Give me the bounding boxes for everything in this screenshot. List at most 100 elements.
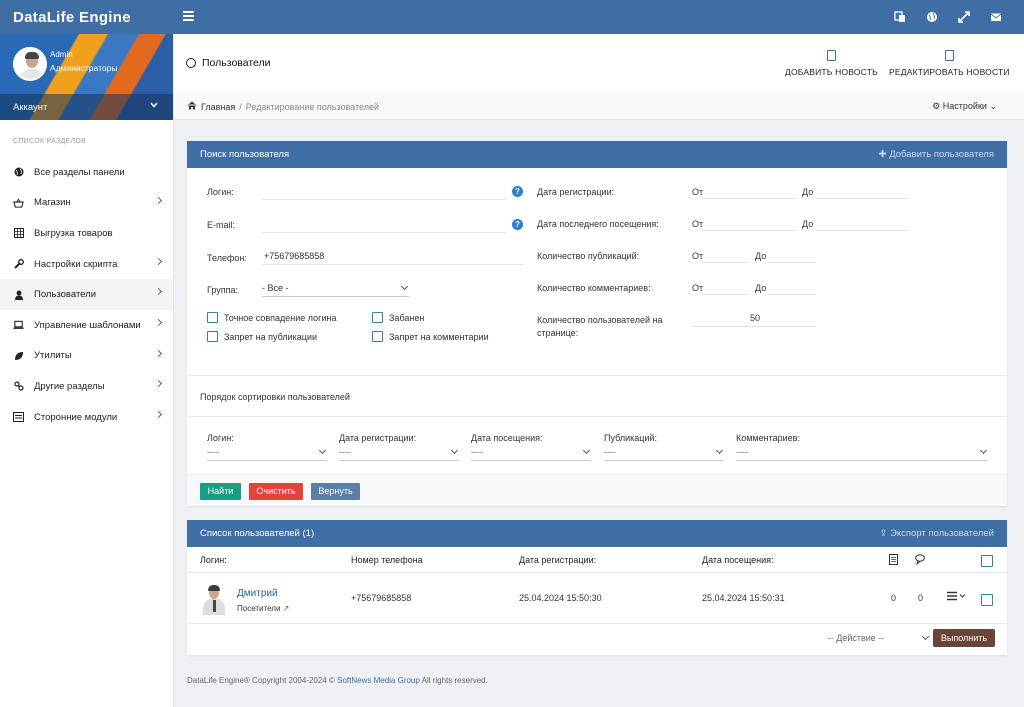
- sort-title: Порядок сортировки пользователей: [200, 392, 350, 402]
- sidebar-item-label: Другие разделы: [34, 380, 105, 392]
- sidebar-item-label: Выгрузка товаров: [34, 227, 113, 239]
- mail-icon[interactable]: [990, 11, 1002, 23]
- user-name-link[interactable]: Дмитрий: [237, 588, 278, 599]
- menu-toggle-icon[interactable]: [183, 11, 194, 21]
- to-label: До: [802, 219, 814, 229]
- breadcrumb-current: Редактирование пользователей: [245, 101, 379, 112]
- banned-checkbox[interactable]: [372, 312, 383, 323]
- last-visit-from-input[interactable]: [704, 217, 797, 231]
- phone-input[interactable]: +75679685858: [262, 251, 523, 265]
- users-panel-header: Список пользователей (1) ⇪ Экспорт польз…: [187, 520, 1007, 547]
- sort-reg-label: Дата регистрации:: [339, 433, 417, 443]
- clear-button[interactable]: Очистить: [249, 483, 303, 500]
- account-dropdown[interactable]: Аккаунт: [0, 94, 173, 120]
- row-checkbox[interactable]: [981, 594, 993, 606]
- sort-publications-select[interactable]: ----: [604, 446, 724, 461]
- find-button[interactable]: Найти: [200, 483, 241, 500]
- group-select[interactable]: - Все -: [262, 282, 409, 297]
- users-table-header: Логин: Номер телефона Дата регистрации: …: [187, 547, 1007, 573]
- wrench-icon: [13, 259, 24, 270]
- sidebar-item-third-party-modules[interactable]: Сторонние модули: [0, 402, 173, 433]
- add-user-button[interactable]: ✚ Добавить пользователя: [879, 149, 994, 160]
- comments-count-label: Количество комментариев:: [537, 283, 651, 293]
- reset-button[interactable]: Вернуть: [311, 483, 360, 500]
- login-input[interactable]: [262, 186, 506, 200]
- reg-date-to-input[interactable]: [816, 185, 909, 199]
- sidebar-item-export-goods[interactable]: Выгрузка товаров: [0, 218, 173, 249]
- table-row: Дмитрий Посетители ↗ +75679685858 25.04.…: [187, 573, 1007, 624]
- sort-visit-select[interactable]: ----: [471, 446, 591, 461]
- user-phone: +75679685858: [351, 593, 412, 603]
- translate-icon[interactable]: [894, 11, 906, 23]
- no-publications-checkbox[interactable]: [207, 331, 218, 342]
- action-select[interactable]: -- Действие --: [782, 632, 930, 647]
- user-news-count: 0: [891, 593, 897, 603]
- row-menu-button[interactable]: [947, 591, 967, 603]
- search-panel: Поиск пользователя ✚ Добавить пользовате…: [187, 141, 1007, 506]
- comments-from-input[interactable]: [704, 281, 750, 295]
- globe-icon[interactable]: [926, 11, 938, 23]
- sort-login-label: Логин:: [207, 433, 234, 443]
- settings-label: Настройки: [942, 101, 987, 111]
- help-icon[interactable]: ?: [512, 219, 523, 230]
- action-select-value: -- Действие --: [827, 633, 885, 643]
- export-users-button[interactable]: ⇪ Экспорт пользователей: [879, 528, 994, 539]
- sort-comments-select[interactable]: ----: [736, 446, 988, 461]
- exact-login-label: Точное совпадение логина: [224, 313, 337, 323]
- sort-login-select[interactable]: ----: [207, 446, 327, 461]
- help-icon[interactable]: ?: [512, 186, 523, 197]
- sort-comments-label: Комментариев:: [736, 433, 800, 443]
- edit-news-button[interactable]: РЕДАКТИРОВАТЬ НОВОСТИ: [889, 50, 1010, 77]
- add-news-button[interactable]: ДОБАВИТЬ НОВОСТЬ: [785, 50, 878, 77]
- comments-count-icon: [915, 554, 927, 567]
- per-page-input[interactable]: 50: [692, 313, 816, 327]
- from-label: От: [692, 283, 704, 293]
- exact-login-checkbox[interactable]: [207, 312, 218, 323]
- settings-dropdown[interactable]: ⚙ Настройки ⌄: [932, 101, 997, 112]
- publications-to-input[interactable]: [768, 249, 816, 263]
- sort-select-value: ----: [736, 447, 748, 457]
- gear-icon: ⚙: [932, 101, 941, 111]
- sidebar-item-label: Все разделы панели: [34, 166, 125, 178]
- publications-count-label: Количество публикаций:: [537, 251, 640, 261]
- globe-icon: [13, 167, 24, 178]
- add-user-label: Добавить пользователя: [889, 149, 994, 160]
- chevron-right-icon: [154, 380, 163, 388]
- sidebar-item-utilities[interactable]: Утилиты: [0, 341, 173, 372]
- comments-to-input[interactable]: [768, 281, 816, 295]
- col-visit-date: Дата посещения:: [702, 555, 774, 565]
- sidebar-item-users[interactable]: Пользователи: [0, 279, 173, 310]
- export-users-label: Экспорт пользователей: [890, 528, 994, 539]
- no-comments-label: Запрет на комментарии: [389, 332, 489, 342]
- leaf-icon: [13, 350, 24, 361]
- user-group-link[interactable]: Посетители ↗: [237, 604, 289, 613]
- user-avatar[interactable]: [202, 585, 228, 615]
- sidebar-item-other-sections[interactable]: Другие разделы: [0, 371, 173, 402]
- breadcrumb-home-link[interactable]: Главная: [201, 102, 235, 112]
- footer-link[interactable]: SoftNews Media Group: [337, 676, 420, 685]
- document-icon: [826, 50, 836, 61]
- sidebar-item-shop[interactable]: Магазин: [0, 188, 173, 219]
- sort-reg-select[interactable]: ----: [339, 446, 459, 461]
- laptop-icon: [13, 320, 24, 331]
- brand-logo[interactable]: DataLife Engine: [13, 9, 131, 26]
- sidebar-item-script-settings[interactable]: Настройки скрипта: [0, 249, 173, 280]
- footer-text: DataLife Engine® Copyright 2004-2024 ©: [187, 676, 335, 685]
- last-visit-to-input[interactable]: [816, 217, 909, 231]
- reg-date-from-input[interactable]: [704, 185, 797, 199]
- publications-from-input[interactable]: [704, 249, 750, 263]
- avatar[interactable]: [13, 47, 47, 81]
- sidebar-item-all-sections[interactable]: Все разделы панели: [0, 157, 173, 188]
- users-panel-title: Список пользователей (1): [200, 528, 315, 539]
- list-icon: [13, 412, 24, 423]
- sort-select-value: ----: [471, 447, 483, 457]
- sidebar-item-templates[interactable]: Управление шаблонами: [0, 310, 173, 341]
- fullscreen-icon[interactable]: [958, 11, 970, 23]
- sidebar-item-label: Настройки скрипта: [34, 258, 118, 270]
- execute-button[interactable]: Выполнить: [933, 629, 995, 647]
- col-reg-date: Дата регистрации:: [519, 555, 597, 565]
- email-input[interactable]: [262, 219, 506, 233]
- select-all-checkbox[interactable]: [981, 555, 993, 567]
- phone-label: Телефон:: [207, 253, 247, 263]
- no-comments-checkbox[interactable]: [372, 331, 383, 342]
